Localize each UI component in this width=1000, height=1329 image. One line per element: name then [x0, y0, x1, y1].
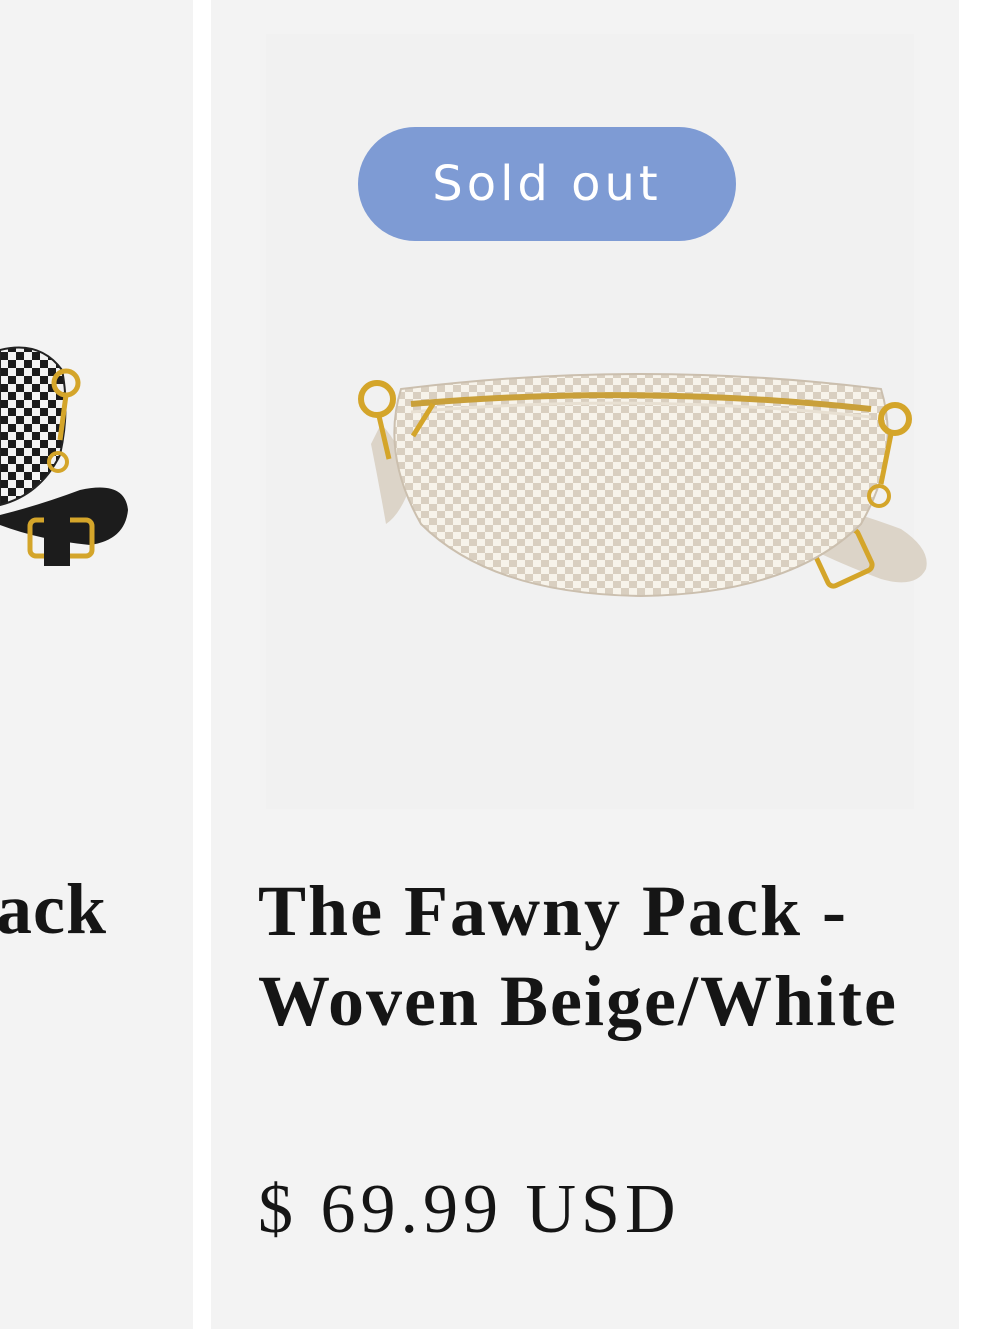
product-title-left[interactable]: ack — [0, 868, 107, 951]
product-card[interactable]: Sold out The Fawny Pack - Woven Beige/Wh… — [211, 0, 959, 1329]
page-edge — [959, 0, 1000, 1329]
product-title[interactable]: The Fawny Pack - Woven Beige/White — [258, 866, 918, 1046]
sold-out-badge: Sold out — [358, 127, 736, 241]
black-white-checkered-belt-bag-icon — [0, 346, 128, 566]
beige-woven-belt-bag-icon — [358, 373, 927, 598]
product-price: $ 69.99 USD — [258, 1171, 681, 1248]
product-image[interactable]: Sold out — [266, 34, 927, 809]
product-card-left[interactable]: ack — [0, 0, 193, 1329]
product-image-left[interactable] — [0, 240, 193, 760]
